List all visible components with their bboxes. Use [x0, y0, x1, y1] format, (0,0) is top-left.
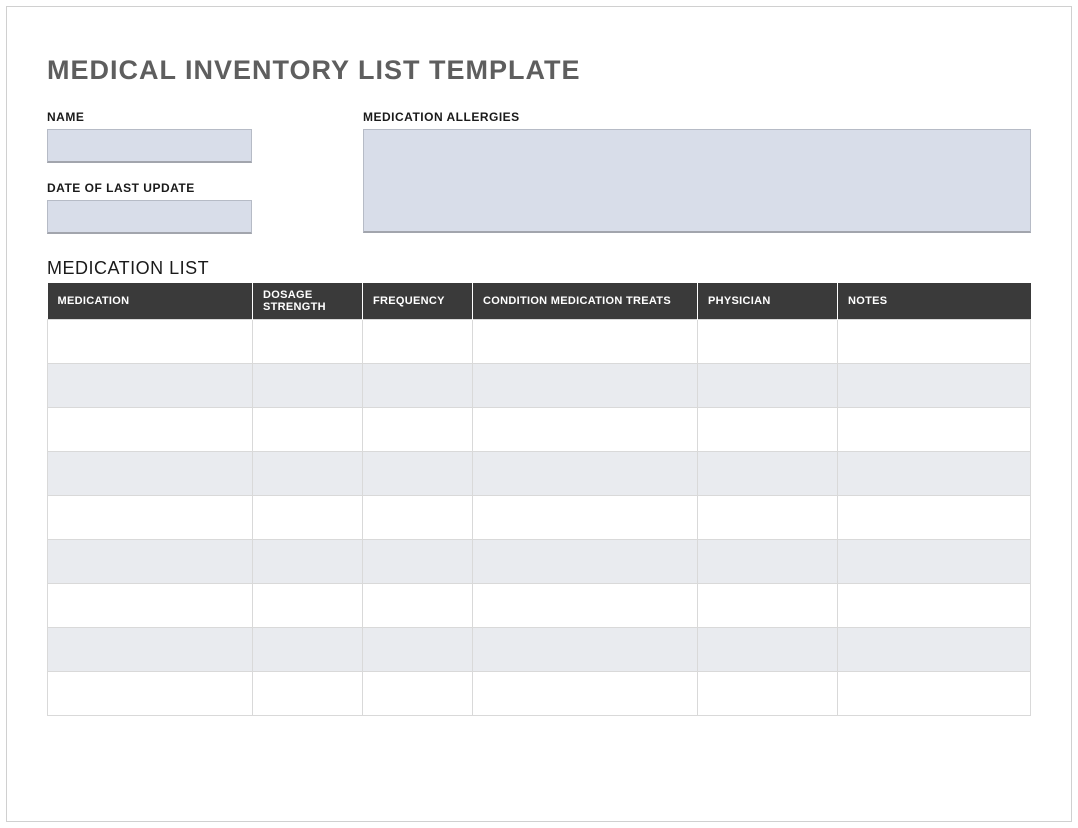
- cell-condition[interactable]: [473, 584, 698, 628]
- cell-condition[interactable]: [473, 408, 698, 452]
- header-notes: NOTES: [838, 283, 1031, 320]
- cell-physician[interactable]: [698, 540, 838, 584]
- cell-condition[interactable]: [473, 496, 698, 540]
- header-physician: PHYSICIAN: [698, 283, 838, 320]
- cell-notes[interactable]: [838, 628, 1031, 672]
- cell-frequency[interactable]: [363, 540, 473, 584]
- cell-medication[interactable]: [48, 540, 253, 584]
- cell-notes[interactable]: [838, 496, 1031, 540]
- cell-frequency[interactable]: [363, 628, 473, 672]
- cell-frequency[interactable]: [363, 364, 473, 408]
- medication-table: MEDICATION DOSAGE STRENGTH FREQUENCY CON…: [47, 283, 1031, 716]
- allergies-input[interactable]: [363, 129, 1031, 233]
- header-medication: MEDICATION: [48, 283, 253, 320]
- name-input[interactable]: [47, 129, 252, 163]
- table-row: [48, 364, 1031, 408]
- cell-medication[interactable]: [48, 364, 253, 408]
- cell-physician[interactable]: [698, 584, 838, 628]
- cell-dosage[interactable]: [253, 452, 363, 496]
- cell-frequency[interactable]: [363, 408, 473, 452]
- cell-condition[interactable]: [473, 320, 698, 364]
- cell-condition[interactable]: [473, 672, 698, 716]
- cell-physician[interactable]: [698, 320, 838, 364]
- cell-physician[interactable]: [698, 364, 838, 408]
- section-title: MEDICATION LIST: [47, 258, 1031, 279]
- table-row: [48, 496, 1031, 540]
- cell-dosage[interactable]: [253, 584, 363, 628]
- cell-physician[interactable]: [698, 672, 838, 716]
- header-dosage: DOSAGE STRENGTH: [253, 283, 363, 320]
- cell-physician[interactable]: [698, 496, 838, 540]
- cell-notes[interactable]: [838, 672, 1031, 716]
- cell-dosage[interactable]: [253, 672, 363, 716]
- cell-dosage[interactable]: [253, 540, 363, 584]
- cell-physician[interactable]: [698, 628, 838, 672]
- right-column: MEDICATION ALLERGIES: [363, 110, 1031, 233]
- cell-medication[interactable]: [48, 628, 253, 672]
- table-header-row: MEDICATION DOSAGE STRENGTH FREQUENCY CON…: [48, 283, 1031, 320]
- spacer: [47, 163, 363, 181]
- cell-physician[interactable]: [698, 408, 838, 452]
- cell-frequency[interactable]: [363, 584, 473, 628]
- cell-condition[interactable]: [473, 540, 698, 584]
- date-input[interactable]: [47, 200, 252, 234]
- table-row: [48, 584, 1031, 628]
- info-row: NAME DATE OF LAST UPDATE MEDICATION ALLE…: [47, 110, 1031, 234]
- cell-dosage[interactable]: [253, 496, 363, 540]
- cell-frequency[interactable]: [363, 672, 473, 716]
- cell-dosage[interactable]: [253, 320, 363, 364]
- cell-frequency[interactable]: [363, 496, 473, 540]
- document-frame: MEDICAL INVENTORY LIST TEMPLATE NAME DAT…: [6, 6, 1072, 822]
- cell-dosage[interactable]: [253, 364, 363, 408]
- cell-notes[interactable]: [838, 584, 1031, 628]
- cell-medication[interactable]: [48, 496, 253, 540]
- cell-condition[interactable]: [473, 452, 698, 496]
- cell-medication[interactable]: [48, 672, 253, 716]
- table-row: [48, 320, 1031, 364]
- cell-medication[interactable]: [48, 408, 253, 452]
- table-row: [48, 540, 1031, 584]
- left-column: NAME DATE OF LAST UPDATE: [47, 110, 363, 234]
- cell-medication[interactable]: [48, 320, 253, 364]
- cell-medication[interactable]: [48, 452, 253, 496]
- allergies-label: MEDICATION ALLERGIES: [363, 110, 1031, 124]
- cell-notes[interactable]: [838, 540, 1031, 584]
- cell-frequency[interactable]: [363, 320, 473, 364]
- cell-notes[interactable]: [838, 408, 1031, 452]
- cell-frequency[interactable]: [363, 452, 473, 496]
- cell-medication[interactable]: [48, 584, 253, 628]
- cell-notes[interactable]: [838, 364, 1031, 408]
- cell-dosage[interactable]: [253, 628, 363, 672]
- page-title: MEDICAL INVENTORY LIST TEMPLATE: [47, 55, 1031, 86]
- cell-notes[interactable]: [838, 320, 1031, 364]
- cell-condition[interactable]: [473, 628, 698, 672]
- cell-condition[interactable]: [473, 364, 698, 408]
- cell-dosage[interactable]: [253, 408, 363, 452]
- date-label: DATE OF LAST UPDATE: [47, 181, 363, 195]
- name-label: NAME: [47, 110, 363, 124]
- table-row: [48, 672, 1031, 716]
- table-row: [48, 628, 1031, 672]
- cell-physician[interactable]: [698, 452, 838, 496]
- cell-notes[interactable]: [838, 452, 1031, 496]
- header-condition: CONDITION MEDICATION TREATS: [473, 283, 698, 320]
- table-row: [48, 452, 1031, 496]
- table-row: [48, 408, 1031, 452]
- header-frequency: FREQUENCY: [363, 283, 473, 320]
